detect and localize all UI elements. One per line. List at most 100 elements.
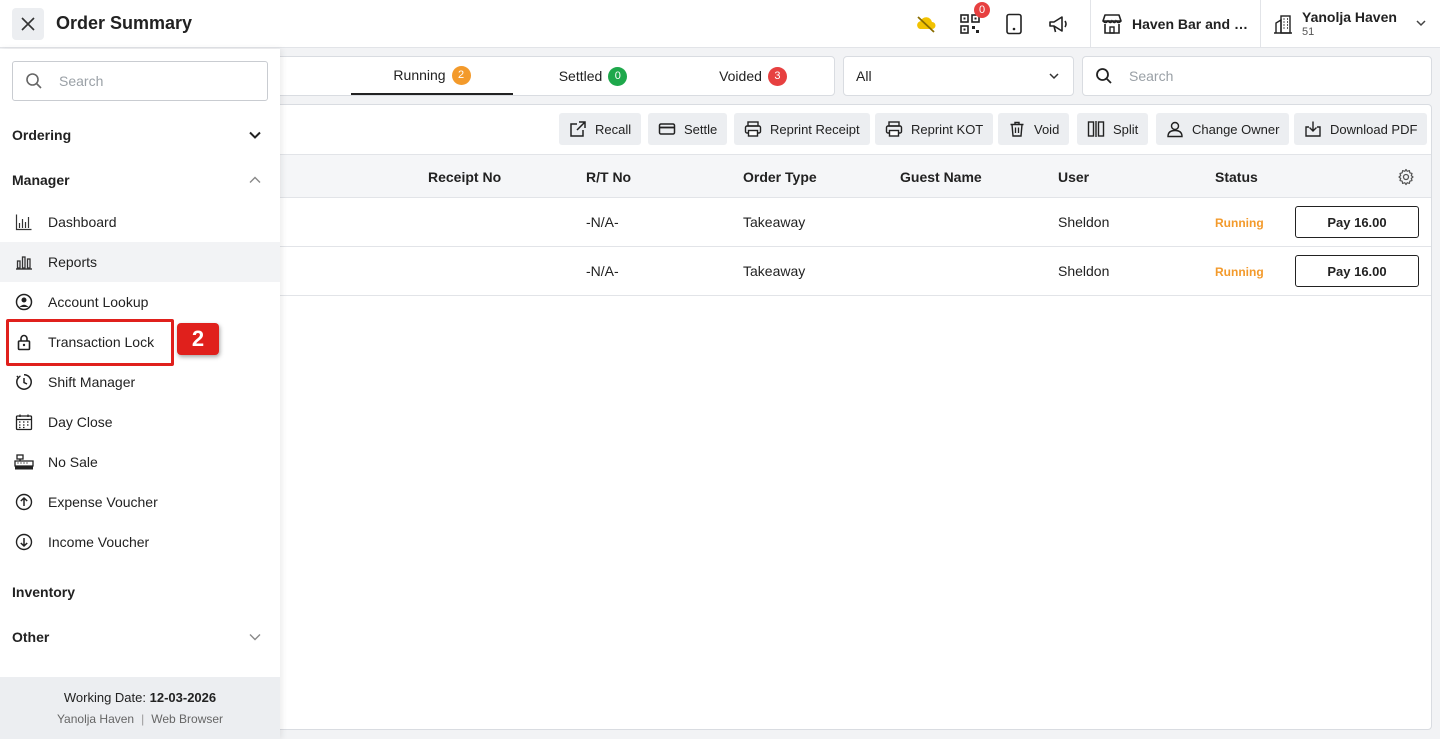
recall-label: Recall xyxy=(595,121,632,137)
search-icon xyxy=(1096,68,1112,84)
arrow-down-circle-icon xyxy=(14,532,34,552)
action-toolbar: Recall Settle Reprint Receipt Reprint KO… xyxy=(251,105,1431,155)
menu-item-label: Reports xyxy=(48,254,98,270)
credit-card-icon xyxy=(658,123,676,135)
account-selector[interactable]: Yanolja Haven 51 xyxy=(1272,0,1440,48)
pay-button[interactable]: Pay 16.00 xyxy=(1295,206,1419,238)
menu-item-label: Account Lookup xyxy=(48,294,149,310)
building-icon xyxy=(1274,15,1292,34)
reprint-kot-button[interactable]: Reprint KOT xyxy=(875,113,994,145)
tab-count-badge: 2 xyxy=(451,65,471,85)
step-number-badge: 2 xyxy=(177,323,219,355)
chevron-down-icon xyxy=(1416,20,1426,27)
notification-badge: 0 xyxy=(974,2,990,18)
menu-item-label: Dashboard xyxy=(48,214,117,230)
outlet-selector[interactable]: Haven Bar and Restaurant xyxy=(1100,0,1258,48)
cash-register-icon xyxy=(14,452,34,472)
chevron-down-icon xyxy=(249,131,261,139)
gear-icon[interactable] xyxy=(1397,168,1415,186)
megaphone-icon xyxy=(1049,16,1067,33)
menu-item-label: Expense Voucher xyxy=(48,494,158,510)
column-header[interactable]: R/T No xyxy=(586,169,631,185)
column-header[interactable]: Order Type xyxy=(743,169,817,185)
void-button[interactable]: Void xyxy=(998,113,1070,145)
printer-icon xyxy=(744,121,762,137)
menu-item-account-lookup[interactable]: Account Lookup xyxy=(0,282,280,322)
change-owner-label: Change Owner xyxy=(1192,121,1280,137)
pay-button[interactable]: Pay 16.00 xyxy=(1295,255,1419,287)
recall-button[interactable]: Recall xyxy=(559,113,642,145)
menu-item-day-close[interactable]: Day Close xyxy=(0,402,280,442)
menu-item-shift-manager[interactable]: Shift Manager xyxy=(0,362,280,402)
cloud-offline-button[interactable] xyxy=(914,12,938,36)
tab-voided[interactable]: Voided 3 xyxy=(673,57,833,95)
order-filter-select[interactable]: All xyxy=(843,56,1074,96)
void-label: Void xyxy=(1034,121,1060,137)
menu-item-income-voucher[interactable]: Income Voucher xyxy=(0,522,280,562)
order-search xyxy=(1082,56,1432,96)
reprint-receipt-label: Reprint Receipt xyxy=(770,121,860,137)
section-label: Ordering xyxy=(12,127,72,143)
close-icon xyxy=(21,17,35,31)
section-inventory[interactable]: Inventory xyxy=(0,574,280,610)
menu-item-transaction-lock[interactable]: Transaction Lock xyxy=(0,322,280,362)
section-other[interactable]: Other xyxy=(0,619,280,655)
menu-item-reports[interactable]: Reports xyxy=(0,242,280,282)
menu-item-label: Income Voucher xyxy=(48,534,150,550)
section-label: Other xyxy=(12,629,50,645)
search-icon xyxy=(26,73,42,89)
section-manager[interactable]: Manager xyxy=(0,162,280,198)
column-header[interactable]: User xyxy=(1058,169,1089,185)
header-divider xyxy=(1090,0,1091,48)
tab-label: Settled xyxy=(558,68,603,84)
orders-table: Recall Settle Reprint Receipt Reprint KO… xyxy=(250,104,1432,730)
filter-selected-value: All xyxy=(856,68,872,84)
tablet-button[interactable] xyxy=(1002,12,1026,36)
account-id: 51 xyxy=(1302,26,1315,38)
column-header[interactable]: Guest Name xyxy=(900,169,982,185)
bar-chart-icon xyxy=(14,252,34,272)
chart-icon xyxy=(14,212,34,232)
split-columns-icon xyxy=(1087,121,1105,137)
section-label: Inventory xyxy=(12,584,76,600)
change-owner-button[interactable]: Change Owner xyxy=(1156,113,1290,145)
section-ordering[interactable]: Ordering xyxy=(0,117,280,153)
menu-search-input[interactable] xyxy=(59,73,249,89)
column-header[interactable]: Status xyxy=(1215,169,1258,185)
split-label: Split xyxy=(1113,121,1139,137)
order-search-input[interactable] xyxy=(1129,68,1389,84)
menu-item-no-sale[interactable]: No Sale xyxy=(0,442,280,482)
tab-running[interactable]: Running 2 xyxy=(351,57,513,95)
footer-info: Yanolja Haven | Web Browser xyxy=(0,712,280,726)
close-button[interactable] xyxy=(12,8,44,40)
split-button[interactable]: Split xyxy=(1077,113,1149,145)
menu-item-expense-voucher[interactable]: Expense Voucher xyxy=(0,482,280,522)
working-date: Working Date: 12-03-2026 xyxy=(0,690,280,705)
order-type-cell: Takeaway xyxy=(743,214,806,230)
chevron-up-icon xyxy=(249,176,261,183)
reprint-kot-label: Reprint KOT xyxy=(911,121,984,137)
column-header[interactable]: Receipt No xyxy=(428,169,501,185)
footer-separator: | xyxy=(141,712,145,726)
tab-settled[interactable]: Settled 0 xyxy=(513,57,673,95)
menu-item-label: Transaction Lock xyxy=(48,334,155,350)
user-cell: Sheldon xyxy=(1058,214,1110,230)
qr-scan-button[interactable]: 0 xyxy=(958,2,990,36)
sidebar-footer: Working Date: 12-03-2026 Yanolja Haven | W… xyxy=(0,677,280,739)
announcement-button[interactable] xyxy=(1046,12,1070,36)
rt-no-cell: -N/A- xyxy=(586,214,619,230)
table-header: Receipt No R/T No Order Type Guest Name … xyxy=(251,155,1431,198)
menu-search xyxy=(12,61,268,101)
chevron-down-icon xyxy=(249,634,261,641)
chevron-down-icon xyxy=(1049,73,1059,80)
table-row[interactable]: -N/A- Takeaway Sheldon Running Pay 16.00 xyxy=(251,247,1431,296)
header-divider xyxy=(1260,0,1261,48)
reprint-receipt-button[interactable]: Reprint Receipt xyxy=(734,113,870,145)
navigation-drawer: Ordering Manager Dashboard Reports Accou… xyxy=(0,49,280,739)
table-row[interactable]: -N/A- Takeaway Sheldon Running Pay 16.00 xyxy=(251,198,1431,247)
settle-button[interactable]: Settle xyxy=(648,113,728,145)
tab-label: Voided xyxy=(719,68,762,84)
user-cell: Sheldon xyxy=(1058,263,1110,279)
download-pdf-button[interactable]: Download PDF xyxy=(1294,113,1428,145)
menu-item-dashboard[interactable]: Dashboard xyxy=(0,202,280,242)
